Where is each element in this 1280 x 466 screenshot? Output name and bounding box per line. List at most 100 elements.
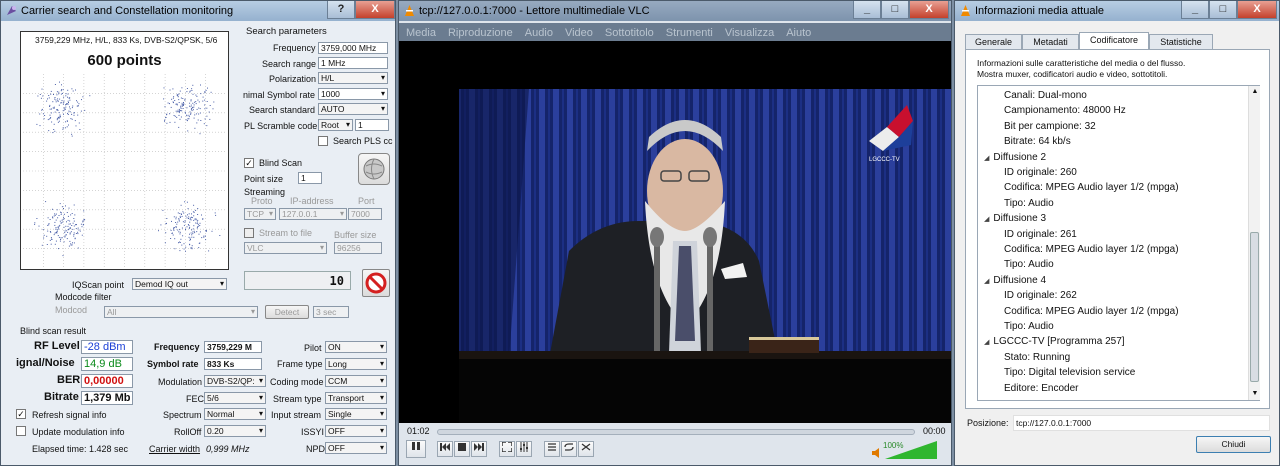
tree-leaf[interactable]: Bit per campione: 32 [1004, 121, 1096, 132]
buffer-size-input[interactable]: 96256 [334, 242, 382, 254]
volume-slider[interactable] [885, 441, 937, 459]
previous-button[interactable] [437, 441, 453, 457]
tree-node[interactable]: ◢ Diffusione 2 [984, 152, 1046, 163]
tree-leaf[interactable]: ID originale: 260 [1004, 167, 1077, 178]
expand-arrow-icon[interactable]: ◢ [984, 155, 989, 162]
modulation-select[interactable]: DVB-S2/QP: [204, 375, 266, 387]
min-symbol-rate-select[interactable]: 1000 [318, 88, 388, 100]
scroll-up-arrow[interactable]: ▲ [1249, 86, 1261, 98]
position-input[interactable]: tcp://127.0.0.1:7000 [1013, 415, 1270, 431]
tree-leaf[interactable]: Editore: Encoder [1004, 383, 1079, 394]
scramble-code-input[interactable]: 1 [355, 119, 389, 131]
vlc-close-button[interactable]: X [909, 1, 949, 19]
npd-select[interactable]: OFF [325, 442, 387, 454]
point-size-input[interactable]: 1 [298, 172, 322, 184]
tree-leaf[interactable]: Campionamento: 48000 Hz [1004, 105, 1126, 116]
menu-item-media[interactable]: Media [406, 27, 436, 39]
tree-leaf[interactable]: Tipo: Digital television service [1004, 367, 1135, 378]
chiudi-button[interactable]: Chiudi [1196, 436, 1271, 453]
ip-select[interactable]: 127.0.0.1 [279, 208, 347, 220]
input-stream-select[interactable]: Single [325, 408, 387, 420]
player-select[interactable]: VLC [244, 242, 327, 254]
tree-leaf[interactable]: ID originale: 261 [1004, 229, 1077, 240]
seek-bar[interactable] [437, 429, 915, 435]
menu-item-aiuto[interactable]: Aiuto [786, 27, 811, 39]
expand-arrow-icon[interactable]: ◢ [984, 216, 989, 223]
tree-leaf[interactable]: ID originale: 262 [1004, 290, 1077, 301]
update-modulation-checkbox[interactable] [16, 426, 26, 436]
scan-globe-button[interactable] [358, 153, 390, 185]
detect-button[interactable]: Detect [265, 305, 309, 319]
tree-text: Tipo: Audio [1004, 259, 1054, 271]
tree-leaf[interactable]: Codifica: MPEG Audio layer 1/2 (mpga) [1004, 182, 1179, 193]
vlc-cone-icon [405, 5, 414, 16]
next-button[interactable] [471, 441, 487, 457]
play-pause-button[interactable] [406, 440, 426, 458]
tree-node[interactable]: ◢ Diffusione 4 [984, 275, 1046, 286]
rolloff-select[interactable]: 0.20 [204, 425, 266, 437]
spectrum-select[interactable]: Normal [204, 408, 266, 420]
detect-seconds-input[interactable]: 3 sec [313, 306, 349, 318]
blind-scan-checkbox[interactable]: ✓ [244, 158, 254, 168]
stop-playback-button[interactable] [454, 441, 470, 457]
tab-metadati[interactable]: Metadati [1022, 34, 1079, 49]
info-minimize-button[interactable]: _ [1181, 1, 1209, 19]
fullscreen-button[interactable] [499, 441, 515, 457]
menu-item-visualizza[interactable]: Visualizza [725, 27, 774, 39]
tree-leaf[interactable]: Codifica: MPEG Audio layer 1/2 (mpga) [1004, 306, 1179, 317]
refresh-signal-checkbox[interactable]: ✓ [16, 409, 26, 419]
expand-arrow-icon[interactable]: ◢ [984, 278, 989, 285]
tree-leaf[interactable]: Canali: Dual-mono [1004, 90, 1087, 101]
menu-item-riproduzione[interactable]: Riproduzione [448, 27, 513, 39]
extended-settings-button[interactable] [516, 441, 532, 457]
info-maximize-button[interactable]: □ [1209, 1, 1237, 19]
tree-leaf[interactable]: Stato: Running [1004, 352, 1070, 363]
tree-leaf[interactable]: Tipo: Audio [1004, 259, 1054, 270]
modcode-select[interactable]: All [104, 306, 258, 318]
speaker-icon[interactable] [871, 447, 883, 459]
stream-to-file-checkbox[interactable] [244, 228, 254, 238]
search-standard-select[interactable]: AUTO [318, 103, 388, 115]
stream-type-select[interactable]: Transport [325, 392, 387, 404]
iqscan-select[interactable]: Demod IQ out [132, 278, 227, 290]
coding-mode-select[interactable]: CCM [325, 375, 387, 387]
frequency-input[interactable]: 3759,000 MHz [318, 42, 388, 54]
tab-statistiche[interactable]: Statistiche [1149, 34, 1213, 49]
issyi-select[interactable]: OFF [325, 425, 387, 437]
menu-item-sottotitolo[interactable]: Sottotitolo [605, 27, 654, 39]
minimize-button[interactable]: _ [853, 1, 881, 19]
polarization-select[interactable]: H/L [318, 72, 388, 84]
tab-codificatore[interactable]: Codificatore [1079, 32, 1149, 50]
tab-generale[interactable]: Generale [965, 34, 1022, 49]
loop-button[interactable] [561, 441, 577, 457]
range-input[interactable]: 1 MHz [318, 57, 388, 69]
port-input[interactable]: 7000 [348, 208, 382, 220]
help-button[interactable]: ? [327, 1, 355, 19]
tree-node[interactable]: ◢ LGCCC-TV [Programma 257] [984, 336, 1125, 347]
menu-item-strumenti[interactable]: Strumenti [666, 27, 713, 39]
scroll-thumb[interactable] [1250, 232, 1259, 382]
menu-item-video[interactable]: Video [565, 27, 593, 39]
fec-select[interactable]: 5/6 [204, 392, 266, 404]
expand-arrow-icon[interactable]: ◢ [984, 339, 989, 346]
shuffle-button[interactable] [578, 441, 594, 457]
scramble-mode-select[interactable]: Root [318, 119, 353, 131]
tree-leaf[interactable]: Tipo: Audio [1004, 321, 1054, 332]
menu-item-audio[interactable]: Audio [525, 27, 553, 39]
scroll-down-arrow[interactable]: ▼ [1249, 388, 1261, 400]
close-button[interactable]: X [355, 1, 395, 19]
tree-node[interactable]: ◢ Diffusione 3 [984, 213, 1046, 224]
frame-type-select[interactable]: Long [325, 358, 387, 370]
tree-scrollbar[interactable]: ▲ ▼ [1248, 86, 1260, 400]
pilot-select[interactable]: ON [325, 341, 387, 353]
search-pls-checkbox[interactable] [318, 136, 328, 146]
tree-leaf[interactable]: Bitrate: 64 kb/s [1004, 136, 1071, 147]
maximize-button[interactable]: □ [881, 1, 909, 19]
proto-select[interactable]: TCP [244, 208, 276, 220]
tree-leaf[interactable]: Tipo: Audio [1004, 198, 1054, 209]
info-close-button[interactable]: X [1237, 1, 1277, 19]
tree-text: Bitrate: 64 kb/s [1004, 136, 1071, 148]
playlist-button[interactable] [544, 441, 560, 457]
tree-leaf[interactable]: Codifica: MPEG Audio layer 1/2 (mpga) [1004, 244, 1179, 255]
stop-button[interactable] [362, 269, 390, 297]
